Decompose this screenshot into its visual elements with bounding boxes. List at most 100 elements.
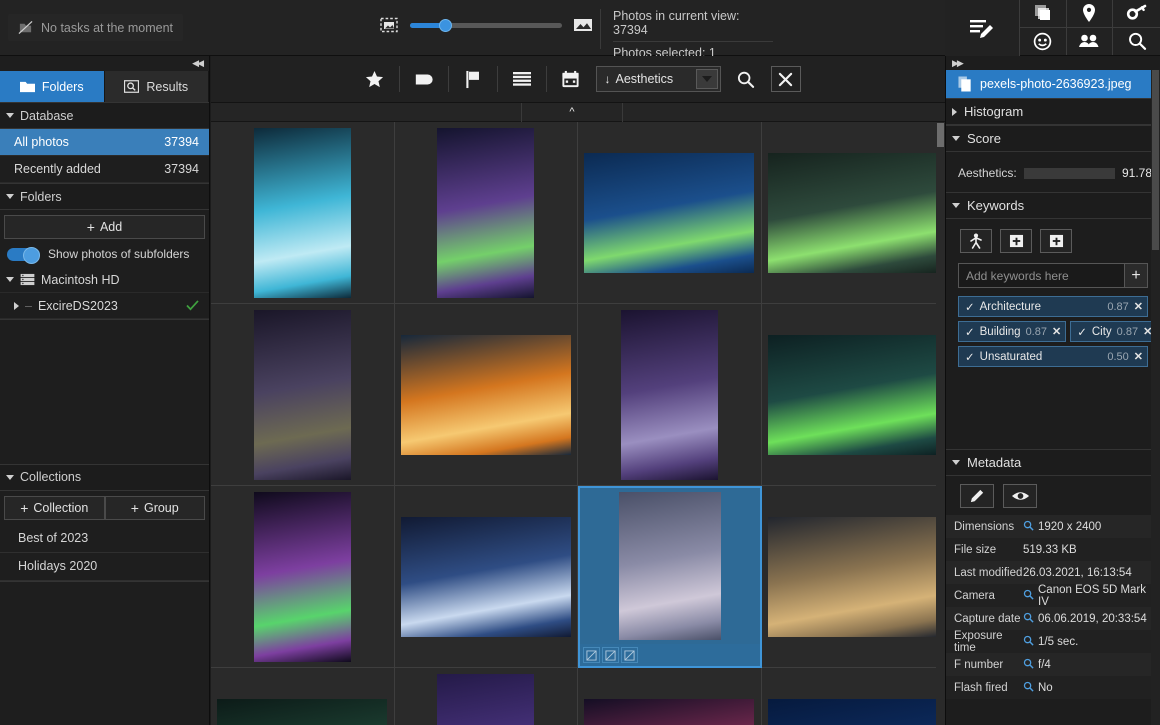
chevron-down-icon[interactable] <box>696 69 718 89</box>
list-item[interactable]: Best of 2023 <box>0 525 209 553</box>
selected-file-row[interactable]: pexels-photo-2636923.jpeg <box>946 70 1160 98</box>
clear-filter-button[interactable] <box>771 66 801 92</box>
photo-thumb-4[interactable] <box>762 122 946 304</box>
faces-button[interactable] <box>1020 28 1067 56</box>
search-button[interactable] <box>1113 28 1160 56</box>
sidebar-item-recently-added[interactable]: Recently added 37394 <box>0 156 209 183</box>
remove-keyword-icon[interactable]: ✕ <box>1052 325 1061 338</box>
search-photos-button[interactable] <box>727 64 765 94</box>
keyword-chip[interactable]: ✓Building0.87✕ <box>958 321 1066 342</box>
reject-icon[interactable] <box>583 647 600 663</box>
photo-thumb-3[interactable] <box>578 122 762 304</box>
chevron-down-icon <box>6 475 14 480</box>
sort-selector[interactable]: ↓ Aesthetics <box>596 66 721 92</box>
show-subfolders-toggle[interactable] <box>7 248 40 261</box>
crop-icon[interactable] <box>602 647 619 663</box>
metadata-value: 519.33 KB <box>1023 544 1160 556</box>
section-score[interactable]: Score <box>946 125 1160 152</box>
flag-icon[interactable] <box>621 647 638 663</box>
photo-thumb-5[interactable] <box>211 304 395 486</box>
search-icon[interactable] <box>1023 520 1034 534</box>
calendar-button[interactable] <box>552 64 590 94</box>
photo-thumb-10[interactable] <box>395 486 579 668</box>
people-button[interactable] <box>1067 28 1114 56</box>
sidebar-tabs: Folders Results <box>0 71 209 102</box>
sidebar-section-folders[interactable]: Folders <box>0 183 209 210</box>
duplicates-button[interactable] <box>1020 0 1067 28</box>
remove-keyword-icon[interactable]: ✕ <box>1134 300 1143 313</box>
sidebar-section-collections[interactable]: Collections <box>0 464 209 491</box>
sidebar-tab-results[interactable]: Results <box>105 71 210 102</box>
photo-thumb-8[interactable] <box>762 304 946 486</box>
metadata-value-text: 519.33 KB <box>1023 544 1077 556</box>
remove-keyword-icon[interactable]: ✕ <box>1134 350 1143 363</box>
keyword-chip[interactable]: ✓Architecture0.87✕ <box>958 296 1148 317</box>
photo-thumb-2[interactable] <box>395 122 579 304</box>
photo-thumb-11[interactable] <box>578 486 762 668</box>
color-label-button[interactable] <box>405 64 443 94</box>
photo-thumb-6[interactable] <box>395 304 579 486</box>
key-button[interactable] <box>1113 0 1160 28</box>
flag-button[interactable] <box>454 64 492 94</box>
find-people-button[interactable] <box>960 229 992 253</box>
add-collection-label: Collection <box>33 501 88 515</box>
thumbnail-size-control[interactable] <box>378 14 594 36</box>
grid-scrollbar-thumb[interactable] <box>937 123 944 147</box>
section-histogram[interactable]: Histogram <box>946 98 1160 125</box>
thumbnail-small-icon[interactable] <box>378 14 400 36</box>
center-panel: ↓ Aesthetics ^ <box>211 56 945 725</box>
map-button[interactable] <box>1067 0 1114 28</box>
sidebar-tab-folders[interactable]: Folders <box>0 71 105 102</box>
slider-knob[interactable] <box>439 19 452 32</box>
list-item[interactable]: Holidays 2020 <box>0 553 209 581</box>
rating-star-button[interactable] <box>356 64 394 94</box>
search-icon[interactable] <box>1023 612 1034 626</box>
keyword-chip[interactable]: ✓City0.87✕ <box>1070 321 1157 342</box>
add-collection-button[interactable]: + Collection <box>4 496 105 520</box>
search-icon[interactable] <box>1023 589 1034 603</box>
photo-thumb-1[interactable] <box>211 122 395 304</box>
section-keywords[interactable]: Keywords <box>946 192 1160 219</box>
photo-thumb-7[interactable] <box>578 304 762 486</box>
list-view-button[interactable] <box>503 64 541 94</box>
photo-thumb-16[interactable] <box>762 668 946 725</box>
keyword-chip[interactable]: ✓Unsaturated0.50✕ <box>958 346 1148 367</box>
photo-thumb-15[interactable] <box>578 668 762 725</box>
folder-tree-macintosh-hd[interactable]: Macintosh HD <box>0 267 209 293</box>
grid-scrollbar[interactable] <box>936 122 945 725</box>
search-icon[interactable] <box>1023 635 1034 649</box>
folder-tree-excireds2023[interactable]: – ExcireDS2023 <box>0 293 209 319</box>
photo-thumb-12[interactable] <box>762 486 946 668</box>
sidebar-collapse-button[interactable]: ◀◀ <box>0 56 209 71</box>
right-panel-scrollbar[interactable] <box>1151 70 1160 725</box>
photo-thumb-9[interactable] <box>211 486 395 668</box>
add-keyword-preset-1-button[interactable] <box>1000 229 1032 253</box>
section-score-label: Score <box>967 131 1001 146</box>
grid-collapse-handle[interactable]: ^ <box>522 103 622 121</box>
edit-metadata-button[interactable] <box>960 484 994 508</box>
right-panel-scrollbar-thumb[interactable] <box>1152 70 1159 250</box>
right-panel-collapse-button[interactable]: ▶▶ <box>946 56 1160 70</box>
add-group-button[interactable]: + Group <box>105 496 206 520</box>
photo-thumb-13[interactable] <box>211 668 395 725</box>
show-subfolders-row[interactable]: Show photos of subfolders <box>0 244 209 267</box>
chevron-down-icon[interactable] <box>6 277 14 282</box>
view-metadata-button[interactable] <box>1003 484 1037 508</box>
section-metadata[interactable]: Metadata <box>946 449 1160 476</box>
add-keyword-preset-2-button[interactable] <box>1040 229 1072 253</box>
thumbnail-size-slider[interactable] <box>410 23 562 28</box>
add-keyword-button[interactable]: + <box>1124 263 1148 288</box>
sidebar-item-all-photos[interactable]: All photos 37394 <box>0 129 209 156</box>
sidebar-section-database[interactable]: Database <box>0 102 209 129</box>
check-icon <box>186 300 199 311</box>
search-icon[interactable] <box>1023 658 1034 672</box>
photo-thumb-14[interactable] <box>395 668 579 725</box>
keyword-input[interactable]: Add keywords here <box>958 263 1124 288</box>
edit-metadata-button[interactable] <box>945 0 1020 56</box>
metadata-value-text: f/4 <box>1038 659 1051 671</box>
add-folder-button[interactable]: + Add <box>4 215 205 239</box>
thumbnail-large-icon[interactable] <box>572 14 594 36</box>
search-icon[interactable] <box>1023 681 1034 695</box>
chevron-right-icon[interactable] <box>14 302 19 310</box>
keyword-label: Unsaturated <box>980 351 1043 363</box>
